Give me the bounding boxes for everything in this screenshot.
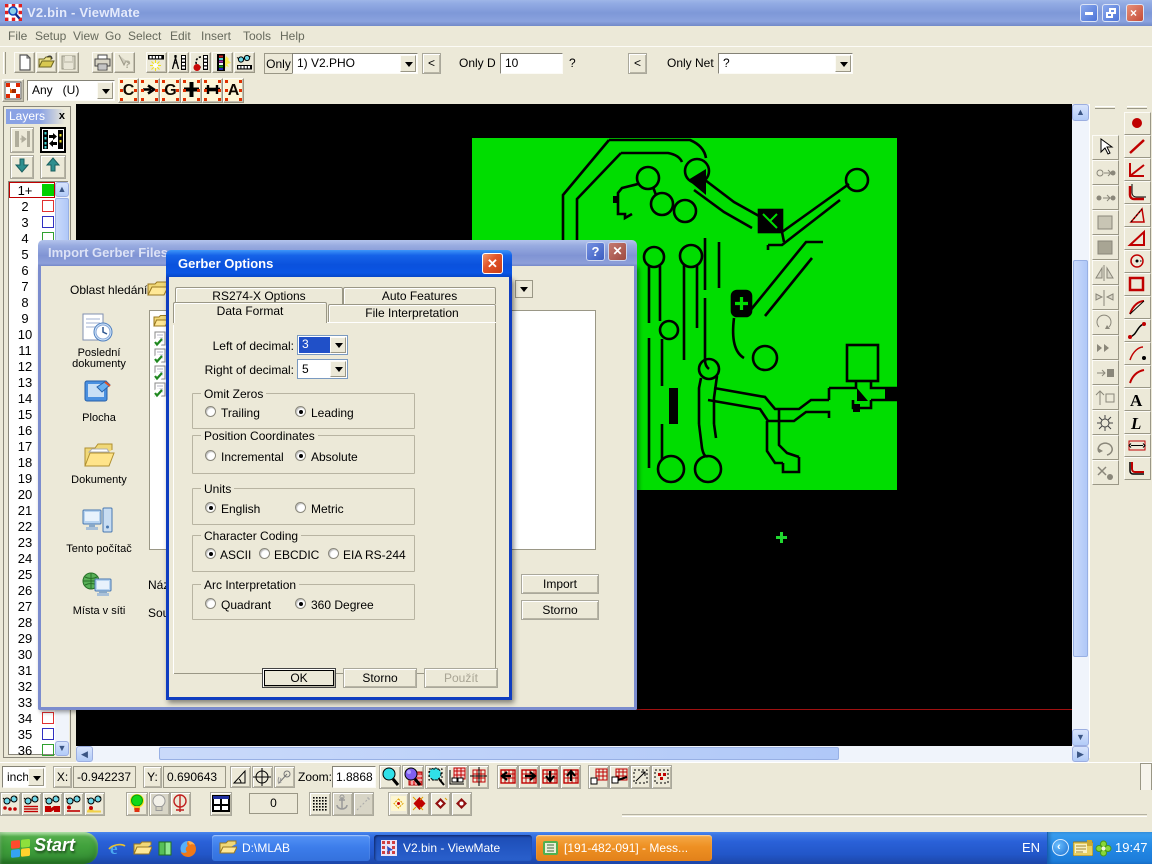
svg-text:A: A [1130, 391, 1143, 410]
svg-text:e: e [110, 839, 118, 857]
svg-text:?: ? [124, 59, 131, 71]
svg-text:L: L [1130, 414, 1141, 433]
